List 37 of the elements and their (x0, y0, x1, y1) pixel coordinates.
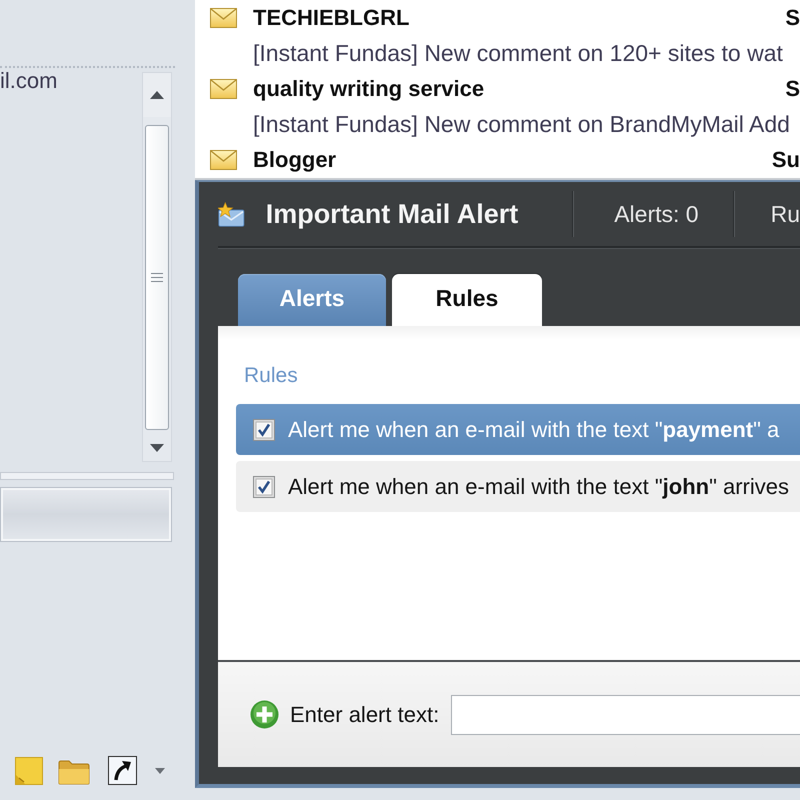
rule-text: Alert me when an e-mail with the text "john" arrives (288, 474, 790, 500)
scroll-up-button[interactable] (143, 73, 171, 117)
envelope-icon (210, 150, 237, 170)
rule-row[interactable]: Alert me when an e-mail with the text "john" arrives (236, 461, 800, 512)
more-button[interactable] (155, 768, 165, 774)
rule-text: Alert me when an e-mail with the text "payment" a (288, 416, 780, 442)
header-stat-text: Alerts: 0 (613, 200, 700, 228)
field-label: Enter alert text: (290, 702, 440, 728)
arrow-down-icon (150, 444, 164, 452)
message-date: S (785, 76, 800, 102)
folder-icon (58, 759, 90, 785)
grip-icon (151, 273, 163, 282)
section-heading: Rules (244, 364, 298, 388)
folders-button[interactable] (58, 759, 90, 785)
note-icon (15, 757, 43, 785)
message-subject: [Instant Fundas] New comment on 120+ sites to wat (252, 38, 784, 68)
sender-name: quality writing service (253, 76, 484, 102)
sender-name: Blogger (253, 146, 336, 172)
scrollbar-track[interactable] (142, 72, 172, 462)
sender-name: TECHIEBLGRL (253, 4, 410, 30)
email-address-text: il.com (0, 68, 58, 94)
checkbox[interactable] (253, 476, 275, 498)
header-stat-text: Ru (770, 200, 800, 228)
tab[interactable]: Rules (392, 274, 542, 326)
envelope-icon (210, 78, 237, 98)
caret-icon (155, 768, 165, 774)
message-subject: [Instant Fundas] New comment on BrandMyMail Add (252, 110, 791, 139)
message-date: Su (772, 146, 800, 172)
envelope-icon (210, 8, 237, 28)
arrow-up-icon (150, 91, 164, 99)
message-date: S (785, 4, 800, 30)
checkbox[interactable] (253, 418, 275, 440)
window-title: Important Mail Alert (266, 198, 518, 230)
scrollbar-thumb[interactable] (145, 125, 169, 430)
input-field[interactable] (451, 694, 800, 734)
shortcuts-button[interactable] (108, 756, 137, 785)
add-icon[interactable] (250, 700, 279, 729)
